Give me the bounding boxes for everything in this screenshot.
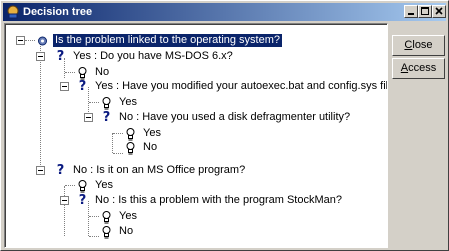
tree-node-answer[interactable]: No <box>124 140 159 155</box>
tree-node-label: No <box>119 225 134 237</box>
lightbulb-icon <box>126 141 135 154</box>
tree-node-answer[interactable]: Yes <box>100 95 139 110</box>
window-title: Decision tree <box>23 6 93 18</box>
tree-node-answer[interactable]: No <box>76 65 111 80</box>
question-mark-icon: ? <box>78 78 87 94</box>
decision-tree-window: Decision tree Is the problem linked to t… <box>0 0 449 251</box>
maximize-button[interactable] <box>418 5 432 18</box>
minimize-icon <box>408 13 414 15</box>
collapse-toggle[interactable] <box>16 36 25 45</box>
lightbulb-icon <box>78 179 87 192</box>
tree-line <box>65 72 75 73</box>
collapse-toggle[interactable] <box>36 52 45 61</box>
tree-node-question[interactable]: ? No : Is it on an MS Office program? <box>54 163 247 178</box>
tree-line <box>113 133 123 134</box>
lightbulb-icon <box>102 225 111 238</box>
decision-tree-app-icon <box>7 5 19 19</box>
tree-node-label: No <box>143 141 158 153</box>
lightbulb-icon <box>102 96 111 109</box>
root-node-icon <box>38 36 47 45</box>
tree-node-question[interactable]: ? Yes : Do you have MS-DOS 6.x? <box>54 49 235 64</box>
question-mark-icon: ? <box>56 162 65 178</box>
tree-line <box>89 102 99 103</box>
tree-node-answer[interactable]: Yes <box>124 126 163 141</box>
access-button[interactable]: Access <box>392 58 445 79</box>
tree-node-answer[interactable]: Yes <box>100 209 139 224</box>
title-bar[interactable]: Decision tree <box>3 3 446 21</box>
tree-node-label: No : Is it on an MS Office program? <box>73 164 246 176</box>
collapse-toggle[interactable] <box>60 196 69 205</box>
tree-node-question[interactable]: ? Yes : Have you modified your autoexec.… <box>76 78 388 94</box>
access-accelerator: A <box>400 62 409 74</box>
tree-node-question[interactable]: ? No : Have you used a disk defragmenter… <box>100 110 352 125</box>
close-button-label: lose <box>412 39 433 51</box>
tree-node-label: Yes <box>119 210 137 222</box>
lightbulb-icon <box>102 210 111 223</box>
tree-frame: Is the problem linked to the operating s… <box>5 24 387 247</box>
tree-node-question[interactable]: ? No : Is this a problem with the progra… <box>76 193 344 208</box>
collapse-toggle[interactable] <box>36 166 45 175</box>
tree-node-label: No : Is this a problem with the program … <box>95 194 342 206</box>
tree-node-label: Yes <box>143 127 161 139</box>
close-button[interactable]: Close <box>392 35 445 56</box>
tree-line <box>25 40 35 41</box>
tree-node-root[interactable]: Is the problem linked to the operating s… <box>36 33 284 48</box>
tree-node-label: Yes : Have you modified your autoexec.ba… <box>95 80 388 92</box>
tree-node-label: Yes <box>95 179 113 191</box>
tree-line <box>65 185 75 186</box>
maximize-icon <box>421 7 429 15</box>
collapse-toggle[interactable] <box>60 82 69 91</box>
tree-node-label: No : Have you used a disk defragmenter u… <box>119 111 351 123</box>
question-mark-icon: ? <box>78 192 87 208</box>
minimize-button[interactable] <box>404 5 418 18</box>
tree-line <box>113 153 123 154</box>
tree-node-label: Is the problem linked to the operating s… <box>51 33 284 48</box>
tree-node-label: Yes : Do you have MS-DOS 6.x? <box>73 50 233 62</box>
question-mark-icon: ? <box>102 109 111 125</box>
lightbulb-icon <box>78 66 87 79</box>
tree-line <box>89 216 99 217</box>
tree-node-answer[interactable]: Yes <box>76 178 115 193</box>
collapse-toggle[interactable] <box>84 113 93 122</box>
tree-line <box>112 133 113 153</box>
tree-node-answer[interactable]: No <box>100 224 135 239</box>
tree-line <box>40 43 41 171</box>
tree-line <box>64 186 65 236</box>
question-mark-icon: ? <box>56 48 65 64</box>
tree-line <box>89 236 99 237</box>
access-button-label: ccess <box>408 62 437 74</box>
close-icon <box>435 7 443 15</box>
close-window-button[interactable] <box>432 5 446 18</box>
decision-tree-view[interactable]: Is the problem linked to the operating s… <box>4 23 388 248</box>
lightbulb-icon <box>126 127 135 140</box>
tree-node-label: Yes <box>119 96 137 108</box>
tree-node-label: No <box>95 66 110 78</box>
